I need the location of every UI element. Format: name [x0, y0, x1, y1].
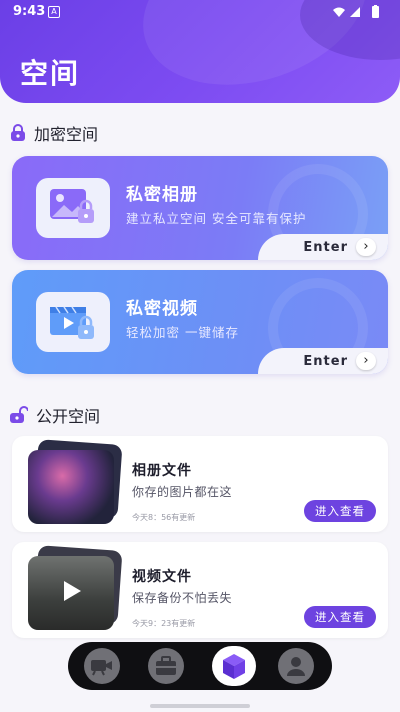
private-album-card[interactable]: 私密相册 建立私立空间 安全可靠有保护 Enter › [12, 156, 388, 260]
nav-video-camera[interactable] [84, 648, 120, 684]
unlock-icon [10, 406, 28, 423]
private-video-icon [36, 292, 110, 352]
private-video-title: 私密视频 [126, 299, 198, 319]
video-camera-icon [91, 660, 112, 676]
header: 9:43 A 空间 [0, 0, 400, 103]
bottom-nav [68, 642, 332, 690]
private-video-card[interactable]: 私密视频 轻松加密 一键储存 Enter › [12, 270, 388, 374]
private-album-title: 私密相册 [126, 185, 198, 205]
video-files-view-button[interactable]: 进入查看 [304, 606, 376, 628]
notification-icon: A [48, 6, 60, 18]
play-icon [64, 581, 81, 601]
chevron-right-icon[interactable]: › [356, 238, 376, 256]
private-album-enter[interactable]: Enter › [258, 234, 388, 260]
encrypted-section-header: 加密空间 [10, 122, 98, 144]
video-thumbnail [28, 545, 123, 630]
status-bar: 9:43 A [0, 0, 400, 24]
home-indicator [150, 704, 250, 708]
nav-profile[interactable] [278, 648, 314, 684]
private-video-desc: 轻松加密 一键储存 [126, 325, 239, 340]
private-video-enter[interactable]: Enter › [258, 348, 388, 374]
video-files-desc: 保存备份不怕丢失 [132, 591, 233, 605]
enter-label: Enter [303, 353, 348, 369]
lock-icon [11, 124, 25, 141]
status-time: 9:43 [13, 4, 46, 19]
page-title: 空间 [20, 57, 81, 90]
video-files-item[interactable]: 视频文件 保存备份不怕丢失 今天9：23有更新 进入查看 [12, 542, 388, 638]
album-files-desc: 你存的图片都在这 [132, 485, 233, 499]
album-files-update-time: 今天8：56有更新 [132, 513, 196, 522]
locked-photo-icon [50, 189, 94, 223]
encrypted-section-label: 加密空间 [34, 125, 99, 144]
wifi-signal-battery-icon [333, 5, 379, 18]
video-files-update-time: 今天9：23有更新 [132, 619, 196, 628]
cube-icon [223, 654, 245, 679]
private-album-icon [36, 178, 110, 238]
public-section-header: 公开空间 [10, 404, 100, 426]
album-files-item[interactable]: 相册文件 你存的图片都在这 今天8：56有更新 进入查看 [12, 436, 388, 532]
private-album-desc: 建立私立空间 安全可靠有保护 [126, 211, 307, 226]
chevron-right-icon[interactable]: › [356, 352, 376, 370]
nav-cube[interactable] [212, 646, 256, 686]
briefcase-icon [156, 656, 176, 675]
enter-label: Enter [303, 239, 348, 255]
public-section-label: 公开空间 [36, 407, 101, 426]
status-icons [332, 5, 386, 23]
person-icon [287, 657, 305, 676]
locked-video-icon [50, 306, 94, 339]
nav-briefcase[interactable] [148, 648, 184, 684]
video-files-title: 视频文件 [132, 569, 192, 585]
album-files-title: 相册文件 [132, 463, 192, 479]
album-thumbnail [28, 439, 123, 524]
album-files-view-button[interactable]: 进入查看 [304, 500, 376, 522]
